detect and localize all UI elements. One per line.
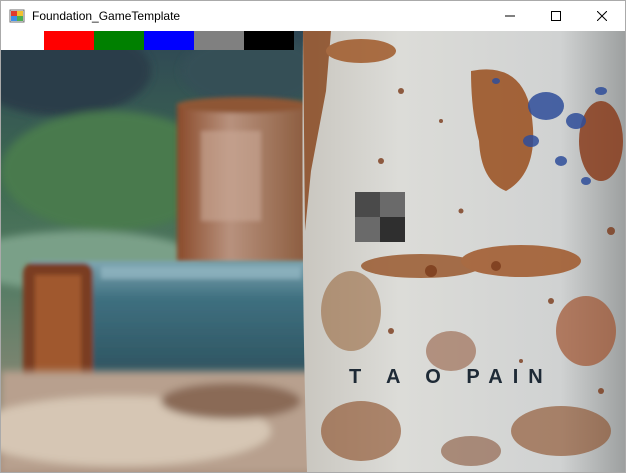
maximize-icon	[551, 11, 561, 21]
app-icon	[9, 9, 25, 23]
checker-cell	[355, 192, 380, 217]
palette-swatch-green[interactable]	[94, 31, 144, 50]
checker-cell	[355, 217, 380, 242]
color-palette[interactable]	[1, 31, 294, 50]
palette-swatch-black[interactable]	[244, 31, 294, 50]
palette-swatch-gray[interactable]	[194, 31, 244, 50]
window-title: Foundation_GameTemplate	[32, 9, 181, 23]
maximize-button[interactable]	[533, 1, 579, 31]
minimize-button[interactable]	[487, 1, 533, 31]
palette-swatch-blue[interactable]	[144, 31, 194, 50]
close-icon	[597, 11, 607, 21]
close-button[interactable]	[579, 1, 625, 31]
title-bar[interactable]: Foundation_GameTemplate	[1, 1, 625, 31]
palette-swatch-white[interactable]	[1, 31, 44, 50]
checker-cell	[380, 217, 405, 242]
minimize-icon	[505, 15, 515, 17]
app-window: Foundation_GameTemplate T A O PAIN	[0, 0, 626, 473]
barrel-painted-text: T A O PAIN	[349, 366, 553, 388]
checker-cell	[380, 192, 405, 217]
palette-swatch-red[interactable]	[44, 31, 94, 50]
scene-image: T A O PAIN	[1, 31, 625, 472]
checker-sprite[interactable]	[355, 192, 405, 242]
game-canvas[interactable]: T A O PAIN	[1, 31, 625, 472]
